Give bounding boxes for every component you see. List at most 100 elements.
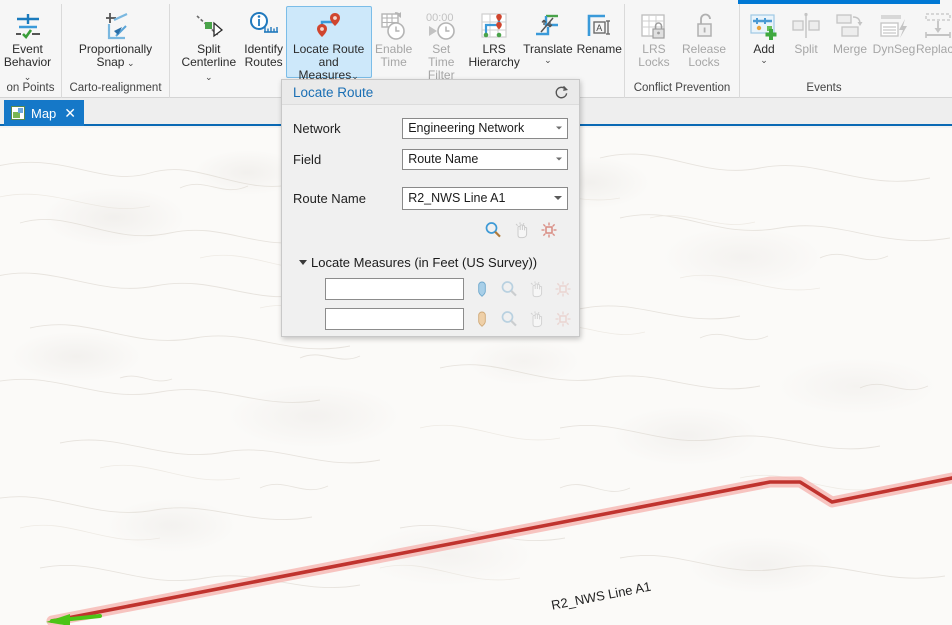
ribbon-button-label: DynSeg [873, 42, 916, 56]
split-event-icon [790, 10, 822, 42]
ribbon-button-label: Merge [833, 42, 867, 56]
ribbon-button-label: Translate [523, 42, 573, 56]
ribbon-button-rename[interactable]: A Rename [574, 6, 624, 78]
network-dropdown-value: Engineering Network [403, 121, 524, 135]
route-selection-highlight [52, 478, 952, 621]
ribbon-button-label: LRS Locks [638, 42, 669, 69]
ribbon-button-split-centerline[interactable]: Split Centerline ⌄ [176, 6, 242, 78]
release-locks-icon [688, 10, 720, 42]
ribbon-button-identify-routes[interactable]: Identify Routes [242, 6, 286, 78]
pick-from-measure-tool[interactable] [473, 280, 491, 298]
form-row-network: Network Engineering Network [293, 113, 568, 143]
lrs-hierarchy-icon [478, 10, 510, 42]
ribbon-button-label: Split Centerline [181, 42, 236, 69]
ribbon-button-proportionally-snap[interactable]: Proportionally Snap ⌄ [73, 6, 158, 78]
rename-icon: A [583, 10, 615, 42]
ribbon-button-split-event[interactable]: Split [784, 6, 828, 78]
ribbon-button-label: Event Behavior [4, 42, 51, 69]
ribbon-group-carto-realignment: Proportionally Snap ⌄ Carto-realignment [62, 4, 170, 98]
pick-to-measure-tool[interactable] [473, 310, 491, 328]
ribbon-button-merge-event[interactable]: Merge [828, 6, 872, 78]
ribbon-group-label-carto-realignment: Carto-realignment [62, 80, 169, 98]
view-tab-map[interactable]: Map ✕ [4, 100, 84, 126]
chevron-down-icon[interactable]: ⌄ [760, 56, 768, 65]
ribbon-button-label: Rename [577, 42, 622, 56]
identify-routes-icon [248, 10, 280, 42]
ribbon-group-calibration-points: Event Behavior ⌄ on Points [0, 4, 62, 98]
event-behavior-icon [12, 10, 44, 42]
ribbon-button-set-time-filter[interactable]: 00:00 Set Time Filter [416, 6, 467, 78]
field-dropdown[interactable]: Route Name [402, 149, 568, 170]
merge-event-icon [834, 10, 866, 42]
ribbon-button-label: Set Time Filter [428, 42, 455, 82]
chevron-down-icon [554, 196, 562, 200]
ribbon-button-label: Split [794, 42, 817, 56]
refresh-icon[interactable] [553, 84, 570, 101]
view-tab-label: Map [31, 106, 56, 121]
pan-to-to-measure-tool[interactable] [527, 310, 545, 328]
form-row-field: Field Route Name [293, 144, 568, 174]
locate-measures-section-header[interactable]: Locate Measures (in Feet (US Survey)) [293, 255, 568, 270]
label-network: Network [293, 121, 402, 136]
enable-time-icon [378, 10, 410, 42]
chevron-down-icon [299, 260, 307, 265]
pan-to-route-tool[interactable] [512, 221, 530, 239]
dynseg-icon [878, 10, 910, 42]
pan-to-from-measure-tool[interactable] [527, 280, 545, 298]
to-measure-input[interactable] [325, 308, 464, 330]
route-name-combobox-value: R2_NWS Line A1 [403, 191, 505, 205]
replace-event-icon [922, 10, 952, 42]
ribbon-button-label: Replace [916, 42, 952, 56]
ribbon-button-lrs-locks[interactable]: LRS Locks [632, 6, 676, 78]
ribbon-button-release-locks[interactable]: Release Locks [676, 6, 732, 78]
ribbon-button-translate[interactable]: Translate ⌄ [521, 6, 574, 78]
ribbon-button-lrs-hierarchy[interactable]: LRS Hierarchy [467, 6, 522, 78]
ribbon-button-event-behavior[interactable]: Event Behavior ⌄ [0, 6, 61, 78]
ribbon-button-label: Release Locks [682, 42, 726, 69]
add-event-icon [748, 10, 780, 42]
flash-route-tool[interactable] [540, 221, 558, 239]
map-layer-icon [11, 106, 25, 120]
chevron-down-icon [556, 127, 562, 130]
ribbon-button-locate-route-and-measures[interactable]: Locate Route and Measures⌄ [286, 6, 372, 78]
locate-measures-section-label: Locate Measures (in Feet (US Survey)) [311, 255, 537, 270]
ribbon-group-label-calibration-points: on Points [0, 80, 61, 98]
ribbon-group-label-events: Events [740, 80, 952, 98]
lrs-locks-icon [638, 10, 670, 42]
chevron-down-icon [556, 158, 562, 161]
ribbon-button-replace-event[interactable]: Replace [916, 6, 952, 78]
svg-text:A: A [597, 23, 603, 33]
ribbon-button-label: Enable Time [375, 42, 412, 69]
zoom-to-from-measure-tool[interactable] [500, 280, 518, 298]
set-time-filter-icon: 00:00 [425, 10, 457, 42]
flash-to-measure-tool[interactable] [554, 310, 572, 328]
ribbon-group-label-conflict-prevention: Conflict Prevention [625, 80, 739, 98]
from-measure-input[interactable] [325, 278, 464, 300]
chevron-down-icon[interactable]: ⌄ [124, 58, 134, 68]
proportionally-snap-icon [100, 10, 132, 42]
split-centerline-icon [193, 10, 225, 42]
translate-icon [532, 10, 564, 42]
close-icon[interactable]: ✕ [64, 106, 76, 120]
ribbon-button-label: Identify Routes [244, 42, 283, 69]
route-name-combobox[interactable]: R2_NWS Line A1 [402, 187, 568, 210]
chevron-down-icon[interactable]: ⌄ [544, 56, 552, 65]
ribbon-button-add-event[interactable]: Add ⌄ [744, 6, 784, 78]
ribbon-button-dynseg[interactable]: DynSeg [872, 6, 916, 78]
locate-route-icon [313, 10, 345, 42]
form-row-route-name: Route Name R2_NWS Line A1 [293, 183, 568, 213]
locate-route-panel-header: Locate Route [282, 80, 579, 105]
zoom-to-to-measure-tool[interactable] [500, 310, 518, 328]
label-route-name: Route Name [293, 191, 402, 206]
locate-route-panel: Locate Route Network Engineering Network… [281, 79, 580, 337]
field-dropdown-value: Route Name [403, 152, 478, 166]
flash-from-measure-tool[interactable] [554, 280, 572, 298]
zoom-to-route-tool[interactable] [484, 221, 502, 239]
label-field: Field [293, 152, 402, 167]
ribbon-group-events: Add ⌄ Split [740, 4, 952, 98]
ribbon-button-enable-time[interactable]: Enable Time [372, 6, 416, 78]
ribbon-group-conflict-prevention: LRS Locks Release Locks Conflic [625, 4, 740, 98]
from-measure-row [293, 278, 568, 300]
network-dropdown[interactable]: Engineering Network [402, 118, 568, 139]
panel-title: Locate Route [282, 85, 373, 100]
